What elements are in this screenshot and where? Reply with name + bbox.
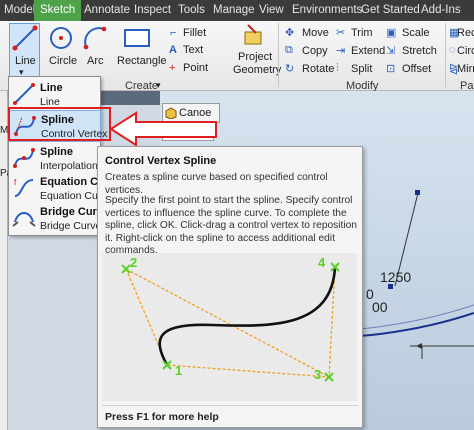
rotate-button[interactable]: Rotate (302, 63, 334, 75)
control-point-label-3: 3 (314, 367, 322, 382)
split-button[interactable]: Split (351, 63, 372, 75)
tooltip-title: Control Vertex Spline (105, 155, 217, 167)
tab-add-ins[interactable]: Add-Ins (421, 0, 461, 21)
svg-text:f: f (14, 178, 17, 187)
menu-item-equation-curve[interactable]: f Equation Curve Equation Curve (9, 173, 121, 205)
tab-manage[interactable]: Manage (213, 0, 255, 21)
circ-pattern-button[interactable]: Circ (457, 45, 474, 57)
line-icon (13, 83, 35, 105)
callout-arrow-icon (109, 111, 217, 147)
scale-icon: ▣ (386, 27, 397, 39)
create-panel-expand-icon[interactable]: ▾ (156, 80, 161, 91)
line-icon (12, 25, 38, 51)
fillet-button[interactable]: Fillet (183, 27, 206, 39)
stretch-icon: ⇲ (386, 45, 396, 57)
tab-tools[interactable]: Tools (178, 0, 205, 21)
tab-annotate[interactable]: Annotate (84, 0, 130, 21)
trim-icon: ✂ (336, 27, 346, 39)
control-point-label-2: 2 (130, 255, 138, 270)
extend-button[interactable]: Extend (351, 45, 385, 57)
text-icon: A (169, 44, 177, 56)
tab-inspect[interactable]: Inspect (134, 0, 171, 21)
menu-item-title: Line (40, 82, 63, 94)
menu-item-subtitle: Interpolation (40, 160, 98, 172)
trim-button[interactable]: Trim (351, 27, 373, 39)
rectangle-icon (124, 29, 150, 47)
move-icon: ✥ (285, 27, 295, 39)
dimension-00[interactable]: 00 (372, 299, 388, 315)
equation-curve-icon: f (14, 178, 34, 197)
dimension-0[interactable]: 0 (366, 286, 374, 302)
move-button[interactable]: Move (302, 27, 329, 39)
menu-item-subtitle: Bridge Curve (40, 220, 102, 232)
point-button[interactable]: Point (183, 62, 208, 74)
tab-model[interactable]: Model (4, 0, 35, 21)
fillet-icon: ⌐ (170, 27, 177, 39)
menu-item-title: Spline (40, 146, 74, 158)
dimension-1250[interactable]: 1250 (380, 269, 411, 285)
line-dropdown-menu: Line Line Spline Control Vertex Spline I… (8, 76, 121, 236)
offset-icon: ⊡ (386, 63, 396, 75)
mirror-button[interactable]: Mirro (457, 63, 474, 75)
rotate-icon: ↻ (285, 63, 295, 75)
scale-button[interactable]: Scale (402, 27, 430, 39)
copy-button[interactable]: Copy (302, 45, 328, 57)
command-tooltip: Control Vertex Spline Creates a spline c… (97, 146, 363, 428)
stretch-button[interactable]: Stretch (402, 45, 437, 57)
text-button[interactable]: Text (183, 44, 203, 56)
highlight-box (8, 107, 111, 141)
rect-pattern-button[interactable]: Recti (457, 27, 474, 39)
tab-view[interactable]: View (259, 0, 284, 21)
model-browser (0, 91, 8, 430)
ribbon-tab-bar: Model Sketch Annotate Inspect Tools Mana… (0, 0, 474, 21)
copy-icon: ⧉ (285, 44, 293, 56)
tooltip-summary: Creates a spline curve based on specifie… (105, 172, 328, 196)
circle-icon (50, 27, 72, 49)
menu-item-bridge-curve[interactable]: Bridge Curve Bridge Curve (9, 203, 109, 235)
project-geometry-button[interactable]: Project (238, 51, 272, 63)
tab-get-started[interactable]: Get Started (361, 0, 420, 21)
arc-icon (83, 26, 107, 50)
tab-sketch[interactable]: Sketch (34, 0, 82, 21)
split-icon: ⫶ (336, 62, 339, 74)
tooltip-help-hint: Press F1 for more help (105, 411, 219, 423)
line-label: Line (15, 55, 36, 67)
menu-item-spline-interpolation[interactable]: Spline Interpolation (9, 143, 101, 175)
circle-button[interactable]: Circle (49, 55, 77, 67)
rectangle-button[interactable]: Rectangle (117, 55, 167, 67)
circ-pattern-icon: ◌ (449, 44, 456, 56)
project-geometry-icon (244, 24, 262, 45)
spline-interpolation-icon (13, 148, 35, 168)
bridge-curve-icon (12, 212, 36, 227)
extend-icon: ⇥ (336, 45, 346, 57)
control-point-label-1: 1 (175, 363, 183, 378)
tooltip-description: Specify the first point to start the spl… (105, 195, 357, 257)
control-point-label-4: 4 (318, 255, 326, 270)
tooltip-divider (102, 405, 358, 406)
project-geometry-label-2: Geometry (233, 64, 282, 76)
tooltip-illustration: 1 2 3 4 (102, 253, 357, 401)
tab-environments[interactable]: Environments (292, 0, 362, 21)
arc-button[interactable]: Arc (87, 55, 104, 67)
point-icon: + (169, 62, 176, 74)
offset-button[interactable]: Offset (402, 63, 431, 75)
